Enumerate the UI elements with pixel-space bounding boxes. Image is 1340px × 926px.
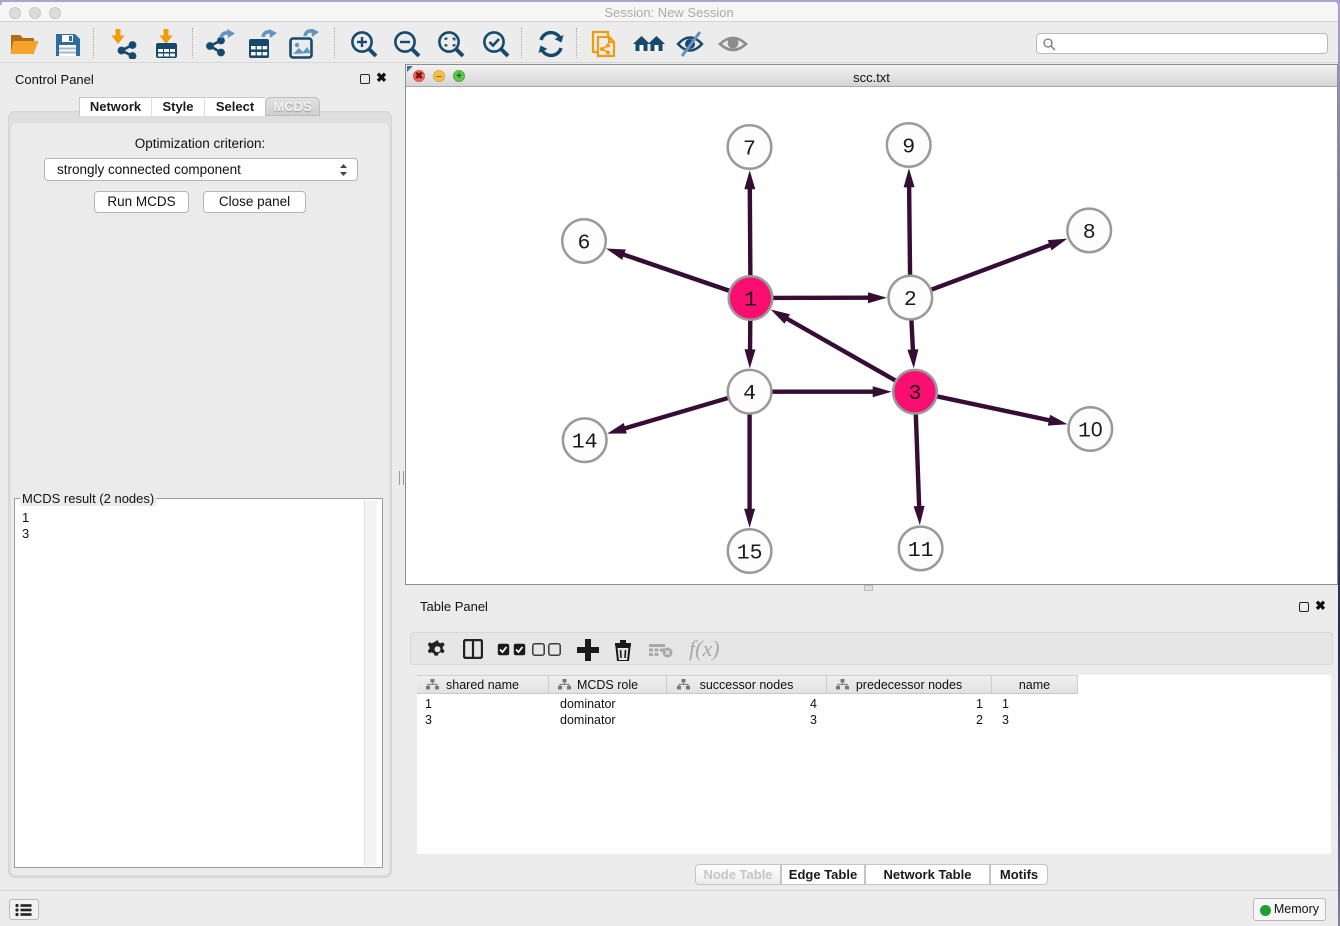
svg-text:8: 8 (1083, 221, 1096, 245)
svg-text:15: 15 (737, 542, 763, 566)
svg-text:7: 7 (743, 138, 756, 162)
svg-text:6: 6 (578, 232, 591, 256)
svg-text:2: 2 (904, 288, 917, 312)
svg-text:1: 1 (744, 289, 757, 313)
svg-text:14: 14 (572, 431, 598, 455)
svg-text:10: 10 (1078, 419, 1103, 444)
svg-text:3: 3 (909, 382, 922, 406)
svg-text:4: 4 (743, 382, 756, 406)
svg-text:11: 11 (908, 539, 934, 563)
svg-text:9: 9 (902, 136, 915, 160)
